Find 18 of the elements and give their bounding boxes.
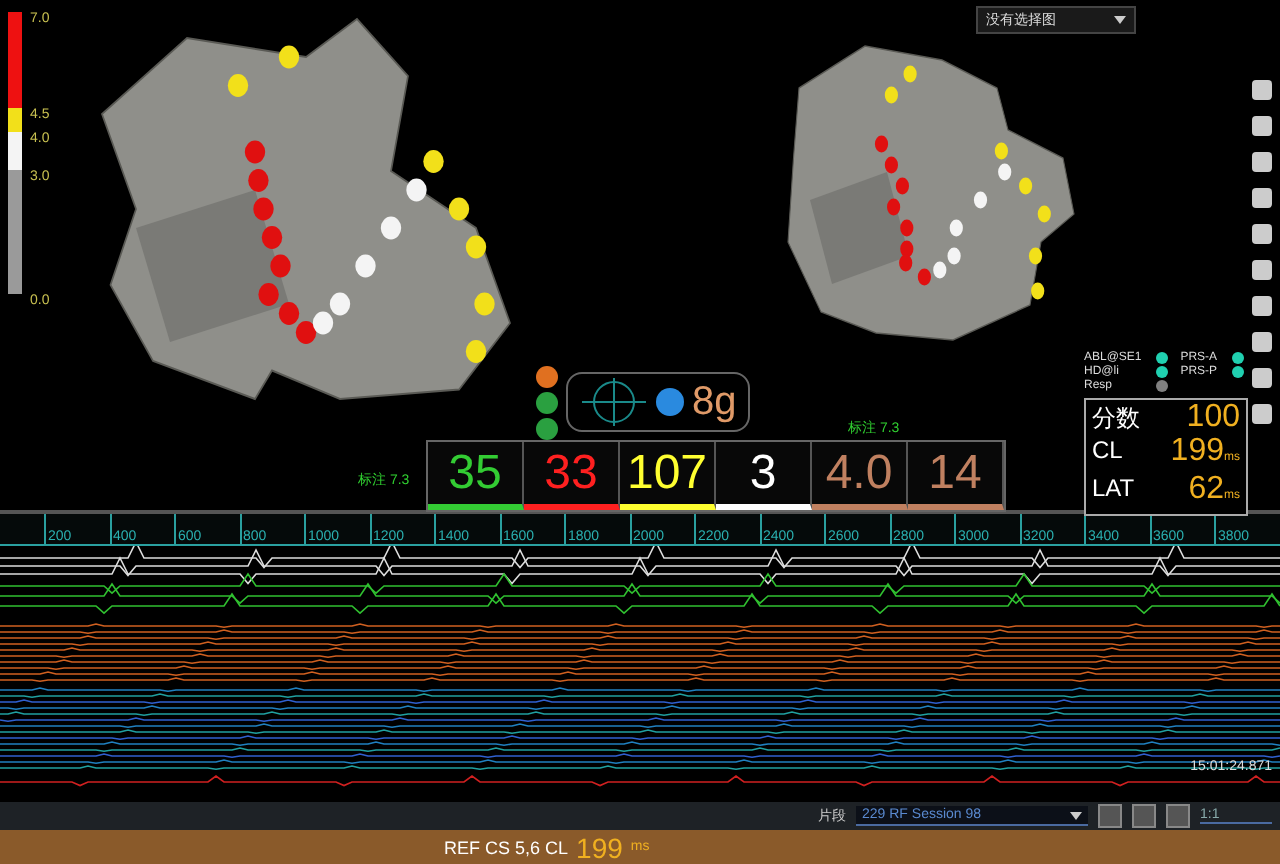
contact-force-value: 8g — [692, 379, 737, 425]
stat-label: CL — [1092, 436, 1125, 468]
round-button[interactable] — [536, 417, 558, 439]
caret-icon — [1114, 16, 1126, 24]
status-value: 199 — [576, 831, 623, 864]
crosshair-icon — [580, 376, 648, 428]
catheter-button[interactable] — [656, 388, 684, 416]
round-button[interactable] — [536, 391, 558, 413]
heart-map-drawing[interactable] — [100, 17, 511, 401]
stat-value: 100 — [1186, 400, 1240, 434]
round-button[interactable] — [536, 365, 558, 387]
caret-icon — [1070, 811, 1082, 820]
stat-value: 62 — [1188, 472, 1224, 506]
stat-label: LAT — [1092, 474, 1137, 506]
stat-label: 分数 — [1092, 402, 1140, 436]
status-label: REF CS 5,6 CL — [444, 837, 569, 858]
heart-map-drawing[interactable] — [787, 45, 1075, 341]
stat-value: 199 — [1170, 434, 1224, 468]
